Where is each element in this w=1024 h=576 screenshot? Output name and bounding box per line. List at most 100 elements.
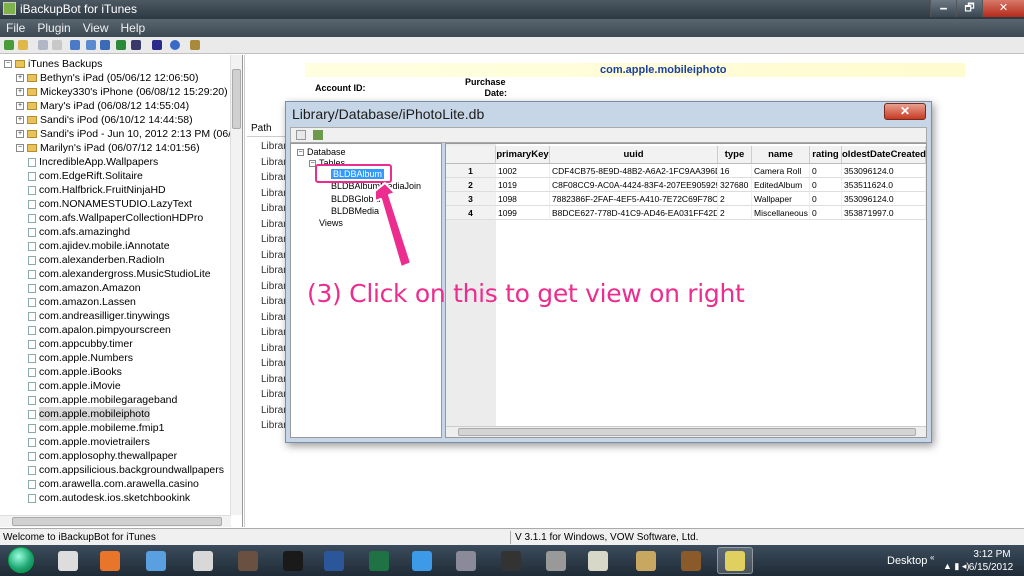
network-icon[interactable]	[448, 547, 484, 574]
pharos-icon[interactable]	[185, 547, 221, 574]
tree-device[interactable]: + Sandi's iPod (06/10/12 14:44:58)	[16, 113, 193, 127]
path-cell[interactable]: Librar	[261, 265, 287, 276]
path-cell[interactable]: Librar	[261, 312, 287, 323]
dropbox-icon[interactable]	[404, 547, 440, 574]
tree-app-item[interactable]: com.apple.iBooks	[28, 365, 122, 379]
help-icon[interactable]	[170, 40, 180, 50]
expand-icon[interactable]: +	[16, 74, 24, 82]
magnifier-icon[interactable]	[50, 547, 86, 574]
tree-app-item[interactable]: com.apple.mobilegarageband	[28, 393, 177, 407]
tree-app-item[interactable]: com.applosophy.thewallpaper	[28, 449, 177, 463]
table-export-icon[interactable]	[313, 130, 323, 140]
word-icon[interactable]	[316, 547, 352, 574]
path-cell[interactable]: Librar	[261, 188, 287, 199]
tree-app-item[interactable]: com.apple.movietrailers	[28, 435, 150, 449]
table-cell[interactable]: 1099	[496, 206, 550, 220]
path-cell[interactable]: Librar	[261, 374, 287, 385]
table-cell[interactable]: 353096124.0	[842, 192, 926, 206]
tree-app-item[interactable]: com.afs.WallpaperCollectionHDPro	[28, 211, 203, 225]
path-cell[interactable]: Librar	[261, 420, 287, 431]
tree-app-item[interactable]: com.autodesk.ios.sketchbookink	[28, 491, 190, 505]
tree-vertical-scrollbar[interactable]	[230, 55, 242, 515]
plugin-icon[interactable]	[190, 40, 200, 50]
col-primarykey-header[interactable]: primaryKey	[496, 146, 550, 164]
tree-app-item[interactable]: com.arawella.com.arawella.casino	[28, 477, 199, 491]
desktop-toolbar-label[interactable]: Desktop	[887, 555, 927, 567]
tree-app-item[interactable]: com.andreasilliger.tinywings	[28, 309, 170, 323]
play-icon[interactable]	[275, 547, 311, 574]
path-cell[interactable]: Librar	[261, 203, 287, 214]
device-icon[interactable]	[152, 40, 162, 50]
table-cell[interactable]: B8DCE627-778D-41C9-AD46-EA031FF42D93	[550, 206, 718, 220]
paste-icon[interactable]	[52, 40, 62, 50]
table-cell[interactable]: 353096124.0	[842, 164, 926, 178]
menu-file[interactable]: File	[0, 19, 31, 37]
path-cell[interactable]: Librar	[261, 281, 287, 292]
tree-views[interactable]: Views	[319, 217, 343, 229]
col-rating-header[interactable]: rating	[810, 146, 842, 164]
path-cell[interactable]: Librar	[261, 358, 287, 369]
minimize-button[interactable]: 🗕	[930, 0, 956, 17]
export-icon[interactable]	[100, 40, 110, 50]
row-number[interactable]: 2	[446, 178, 496, 192]
path-cell[interactable]: Librar	[261, 296, 287, 307]
refresh-icon[interactable]	[4, 40, 14, 50]
tree-app-item[interactable]: com.apalon.pimpyourscreen	[28, 323, 171, 337]
table-cell[interactable]: C8F08CC9-AC0A-4424-83F4-207EE9059291	[550, 178, 718, 192]
tree-app-item[interactable]: com.afs.amazinghd	[28, 225, 130, 239]
path-cell[interactable]: Librar	[261, 172, 287, 183]
notepad-icon[interactable]	[580, 547, 616, 574]
path-cell[interactable]: Librar	[261, 389, 287, 400]
table-cell[interactable]: Miscellaneous	[752, 206, 810, 220]
path-cell[interactable]: Librar	[261, 250, 287, 261]
table-cell[interactable]: Camera Roll	[752, 164, 810, 178]
tree-app-item[interactable]: com.apple.mobileme.fmip1	[28, 421, 164, 435]
tree-app-item[interactable]: com.amazon.Lassen	[28, 295, 136, 309]
clock-date[interactable]: 6/15/2012	[962, 562, 1020, 573]
paint-icon[interactable]	[628, 547, 664, 574]
tree-app-item[interactable]: com.alexanderben.RadioIn	[28, 253, 165, 267]
collapse-icon[interactable]: −	[4, 60, 12, 68]
table-cell[interactable]: 7882386F-2FAF-4EF5-A410-7E72C69F78C3	[550, 192, 718, 206]
books-icon[interactable]	[673, 547, 709, 574]
expand-icon[interactable]: +	[16, 116, 24, 124]
table-cell[interactable]: CDF4CB75-8E9D-48B2-A6A2-1FC9AA396D22	[550, 164, 718, 178]
grid-corner[interactable]	[446, 146, 496, 164]
table-cell[interactable]: 353511624.0	[842, 178, 926, 192]
tree-app-item[interactable]: com.apple.iMovie	[28, 379, 121, 393]
table-cell[interactable]: Wallpaper	[752, 192, 810, 206]
table-cell[interactable]: 16	[718, 164, 752, 178]
calculator-icon[interactable]	[538, 547, 574, 574]
expand-icon[interactable]: +	[16, 130, 24, 138]
row-number[interactable]: 4	[446, 206, 496, 220]
path-cell[interactable]: Librar	[261, 343, 287, 354]
path-cell[interactable]: Librar	[261, 157, 287, 168]
col-uuid-header[interactable]: uuid	[550, 146, 718, 164]
clock-time[interactable]: 3:12 PM	[967, 549, 1017, 560]
table-cell[interactable]: 353871997.0	[842, 206, 926, 220]
tree-app-item[interactable]: com.NONAMESTUDIO.LazyText	[28, 197, 192, 211]
table-cell[interactable]: 1002	[496, 164, 550, 178]
itunes-icon[interactable]	[138, 547, 174, 574]
collapse-icon[interactable]: −	[16, 144, 24, 152]
tray-arrow-icon[interactable]: «	[930, 553, 934, 562]
table-cell[interactable]: 0	[810, 164, 842, 178]
firefox-icon[interactable]	[92, 547, 128, 574]
col-type-header[interactable]: type	[718, 146, 752, 164]
copy-icon[interactable]	[38, 40, 48, 50]
table-cell[interactable]: 2	[718, 192, 752, 206]
col-name-header[interactable]: name	[752, 146, 810, 164]
backup-icon[interactable]	[116, 40, 126, 50]
excel-icon[interactable]	[361, 547, 397, 574]
ibackupbot-icon[interactable]	[717, 547, 753, 574]
tree-device[interactable]: + Sandi's iPod - Jun 10, 2012 2:13 PM (06…	[16, 127, 242, 141]
tree-app-item[interactable]: com.EdgeRift.Solitaire	[28, 169, 143, 183]
kindle-icon[interactable]	[493, 547, 529, 574]
path-cell[interactable]: Librar	[261, 327, 287, 338]
tree-app-item[interactable]: com.appsilicious.backgroundwallpapers	[28, 463, 224, 477]
table-cell[interactable]: 0	[810, 178, 842, 192]
tree-device[interactable]: − Marilyn's iPad (06/07/12 14:01:56)	[16, 141, 200, 155]
settings-icon[interactable]	[131, 40, 141, 50]
maximize-button[interactable]: 🗗	[956, 0, 982, 17]
table-cell[interactable]: 1098	[496, 192, 550, 206]
